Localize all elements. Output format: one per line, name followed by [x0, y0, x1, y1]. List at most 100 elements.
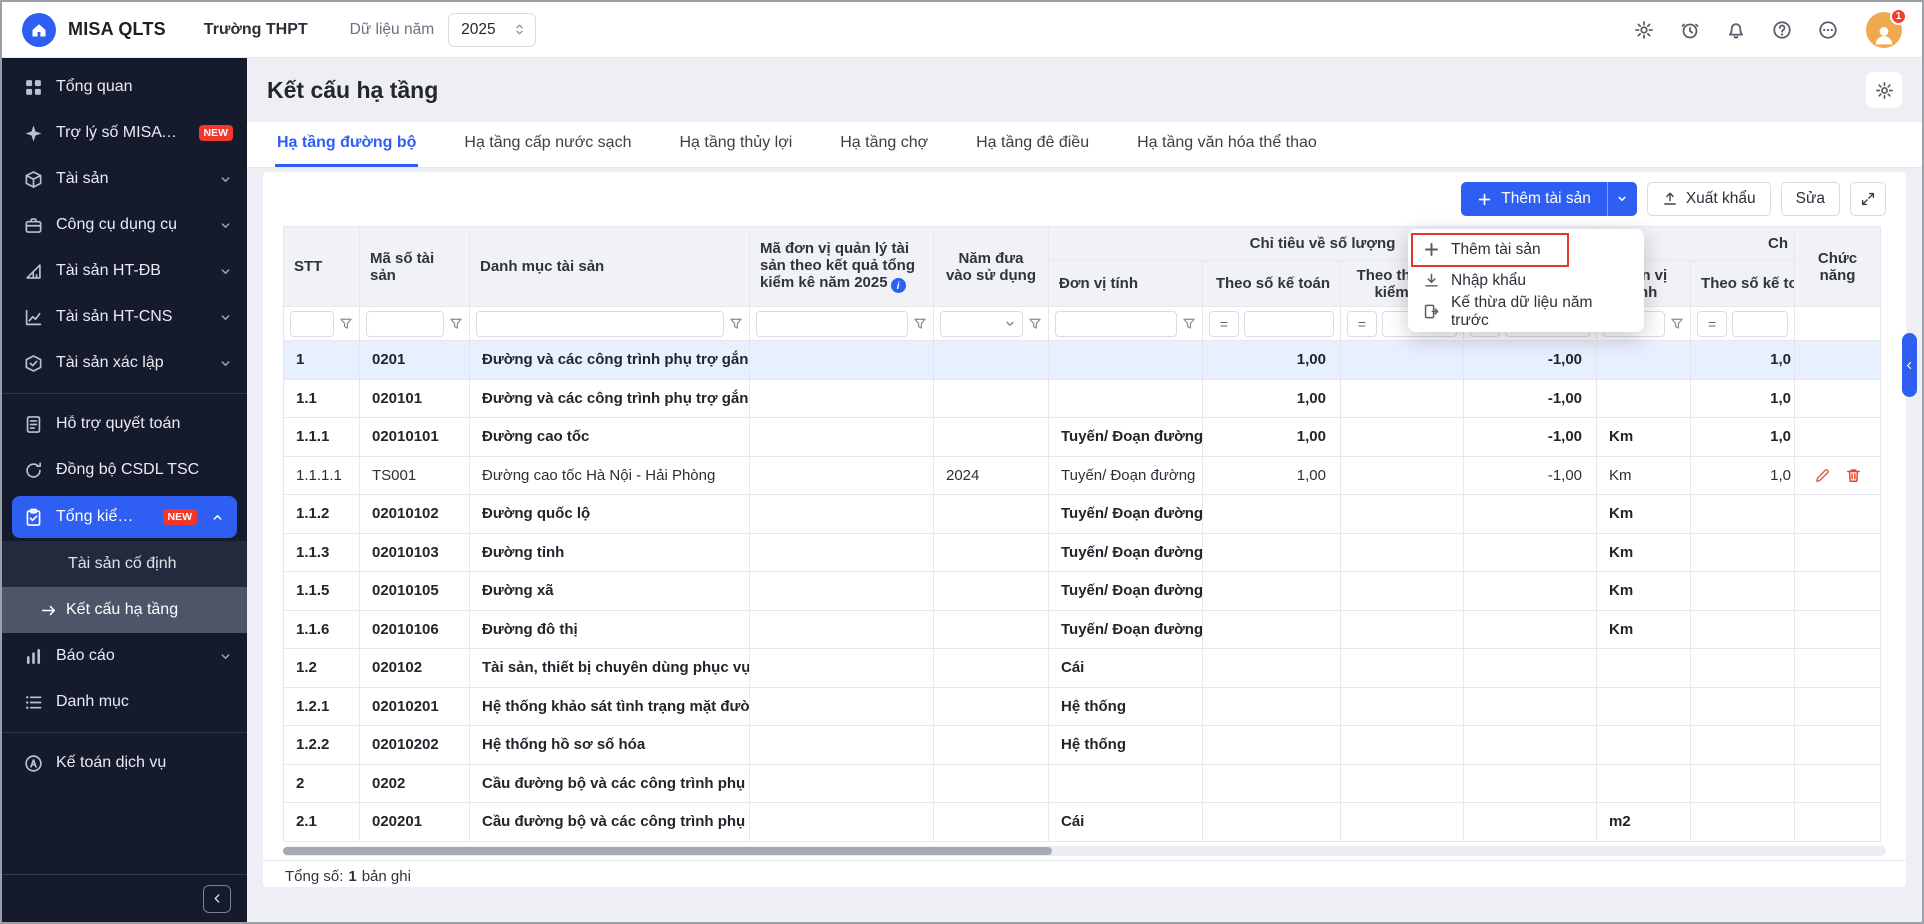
tab-ha-tang-cho[interactable]: Hạ tầng chợ — [838, 122, 930, 167]
table-row[interactable]: 1.1.202010102Đường quốc lộTuyến/ Đoạn đư… — [284, 495, 1881, 534]
tab-ha-tang-van-hoa-the-thao[interactable]: Hạ tầng văn hóa thể thao — [1135, 122, 1319, 167]
filter-unit-code-input[interactable] — [756, 311, 908, 337]
sidebar-subitem-ket-cau-ha-tang[interactable]: Kết cấu hạ tầng — [2, 587, 247, 633]
cell: 1.1.5 — [284, 572, 360, 611]
filter-operator[interactable]: = — [1697, 311, 1727, 337]
sidebar-item-ho-tro-quyet-toan[interactable]: Hỗ trợ quyết toán — [2, 401, 247, 447]
cell — [934, 572, 1049, 611]
funnel-icon[interactable] — [913, 317, 927, 331]
filter-qty-accounting-input[interactable] — [1244, 311, 1334, 337]
tab-ha-tang-duong-bo[interactable]: Hạ tầng đường bộ — [275, 122, 418, 167]
horizontal-scrollbar[interactable] — [283, 846, 1886, 856]
tab-ha-tang-de-dieu[interactable]: Hạ tầng đê điều — [974, 122, 1091, 167]
total-label: Tổng số: — [285, 868, 343, 885]
table-row[interactable]: 1.2.202010202Hệ thống hồ sơ số hóaHệ thố… — [284, 726, 1881, 765]
col-asset-category[interactable]: Danh mục tài sản — [470, 227, 750, 307]
sidebar-item-bao-cao[interactable]: Báo cáo — [2, 633, 247, 679]
delete-icon[interactable] — [1845, 467, 1862, 484]
table-row[interactable]: 1.1020101Đường và các công trình phụ trợ… — [284, 379, 1881, 418]
scrollbar-thumb[interactable] — [283, 847, 1052, 855]
sidebar-item-tong-kiem-ke[interactable]: Tổng kiểm kêNEW — [12, 496, 237, 538]
reminder-icon[interactable] — [1680, 20, 1700, 40]
col-qty-accounting[interactable]: Theo số kế toán — [1203, 261, 1341, 307]
sidebar-item-dong-bo-csdl-tsc[interactable]: Đồng bộ CSDL TSC — [2, 447, 247, 493]
menu-item-import[interactable]: Nhập khẩu — [1408, 265, 1644, 296]
table-row[interactable]: 1.1.602010106Đường đô thịTuyến/ Đoạn đườ… — [284, 610, 1881, 649]
col-stt[interactable]: STT — [284, 227, 360, 307]
funnel-icon[interactable] — [339, 317, 353, 331]
cell — [1597, 726, 1691, 765]
content-card: Thêm tài sản Xuất khẩu Sửa — [263, 172, 1906, 887]
year-select[interactable]: 2025 — [448, 13, 536, 47]
filter-operator[interactable]: = — [1209, 311, 1239, 337]
table-row[interactable]: 1.1.502010105Đường xãTuyến/ Đoạn đườngKm — [284, 572, 1881, 611]
filter-qty-accounting-2-input[interactable] — [1732, 311, 1788, 337]
export-button[interactable]: Xuất khẩu — [1647, 182, 1771, 216]
page-settings-button[interactable] — [1866, 72, 1902, 108]
sidebar-item-tong-quan[interactable]: Tổng quan — [2, 64, 247, 110]
funnel-icon[interactable] — [449, 317, 463, 331]
cell — [750, 803, 934, 842]
filter-asset-code-input[interactable] — [366, 311, 444, 337]
table-row[interactable]: 1.2.102010201Hệ thống khảo sát tình trạn… — [284, 687, 1881, 726]
filter-stt-input[interactable] — [290, 311, 334, 337]
notifications-icon[interactable] — [1726, 20, 1746, 40]
chevron-down-icon — [218, 356, 233, 371]
sidebar-item-tai-san-xac-lap[interactable]: Tài sản xác lập — [2, 340, 247, 386]
table-row[interactable]: 1.1.302010103Đường tỉnhTuyến/ Đoạn đường… — [284, 533, 1881, 572]
sidebar-item-tai-san[interactable]: Tài sản — [2, 156, 247, 202]
table-row[interactable]: 1.1.102010101Đường cao tốcTuyến/ Đoạn đư… — [284, 418, 1881, 457]
filter-operator[interactable]: = — [1347, 311, 1377, 337]
menu-item-add-asset[interactable]: Thêm tài sản — [1408, 234, 1644, 265]
tab-ha-tang-cap-nuoc-sach[interactable]: Hạ tầng cấp nước sạch — [462, 122, 633, 167]
filter-unit-input[interactable] — [1055, 311, 1177, 337]
cell — [1464, 610, 1597, 649]
col-asset-code[interactable]: Mã số tài sản — [360, 227, 470, 307]
cell: Km — [1597, 610, 1691, 649]
add-asset-dropdown-toggle[interactable] — [1607, 182, 1637, 216]
more-icon[interactable] — [1818, 20, 1838, 40]
col-unit[interactable]: Đơn vị tính — [1049, 261, 1203, 307]
side-panel-handle[interactable] — [1902, 333, 1917, 397]
table-row[interactable]: 20202Cầu đường bộ và các công trình phụ … — [284, 764, 1881, 803]
funnel-icon[interactable] — [729, 317, 743, 331]
table-row[interactable]: 10201Đường và các công trình phụ trợ gắn… — [284, 341, 1881, 380]
sidebar-item-cong-cu-dung-cu[interactable]: Công cụ dụng cụ — [2, 202, 247, 248]
row-actions — [1795, 687, 1881, 726]
spinner-arrows-icon[interactable] — [512, 22, 527, 37]
user-menu[interactable]: 1 — [1866, 12, 1902, 48]
fullscreen-button[interactable] — [1850, 182, 1886, 216]
sidebar-subitem-tai-san-co-dinh[interactable]: Tài sản cố định — [2, 541, 247, 587]
edit-button[interactable]: Sửa — [1781, 182, 1840, 216]
filter-category-input[interactable] — [476, 311, 724, 337]
cell: 2024 — [934, 456, 1049, 495]
tab-ha-tang-thuy-loi[interactable]: Hạ tầng thủy lợi — [677, 122, 794, 167]
sidebar-collapse-button[interactable] — [203, 885, 231, 913]
funnel-icon[interactable] — [1028, 317, 1042, 331]
new-badge: NEW — [163, 509, 198, 525]
add-asset-button[interactable]: Thêm tài sản — [1461, 182, 1607, 216]
info-icon[interactable]: i — [891, 278, 906, 293]
settings-icon[interactable] — [1634, 20, 1654, 40]
col-year-in-use[interactable]: Năm đưa vào sử dụng — [934, 227, 1049, 307]
col-unit-code[interactable]: Mã đơn vị quản lý tài sản theo kết quả t… — [750, 227, 934, 307]
menu-item-inherit-previous-year[interactable]: Kế thừa dữ liệu năm trước — [1408, 296, 1644, 327]
sidebar-item-tai-san-ht-cns[interactable]: Tài sản HT-CNS — [2, 294, 247, 340]
cell — [1464, 687, 1597, 726]
filter-year-select[interactable] — [940, 311, 1023, 337]
table-row[interactable]: 1.2020102Tài sản, thiết bị chuyên dùng p… — [284, 649, 1881, 688]
add-asset-split-button: Thêm tài sản — [1461, 182, 1637, 216]
sidebar-item-tai-san-ht-db[interactable]: Tài sản HT-ĐB — [2, 248, 247, 294]
sidebar-item-danh-muc[interactable]: Danh mục — [2, 679, 247, 725]
edit-icon[interactable] — [1814, 467, 1831, 484]
funnel-icon[interactable] — [1182, 317, 1196, 331]
table-row[interactable]: 1.1.1.1TS001Đường cao tốc Hà Nội - Hải P… — [284, 456, 1881, 495]
cell: Đường xã — [470, 572, 750, 611]
cell: Km — [1597, 418, 1691, 457]
help-icon[interactable] — [1772, 20, 1792, 40]
table-row[interactable]: 2.1020201Cầu đường bộ và các công trình … — [284, 803, 1881, 842]
sidebar-item-tro-ly-so-misa-ava[interactable]: Trợ lý số MISA AVANEW — [2, 110, 247, 156]
col-qty-accounting-2[interactable]: Theo số kế toán — [1691, 261, 1795, 307]
sidebar-item-ke-toan-dich-vu[interactable]: Kế toán dịch vụ — [2, 740, 247, 786]
funnel-icon[interactable] — [1670, 317, 1684, 331]
